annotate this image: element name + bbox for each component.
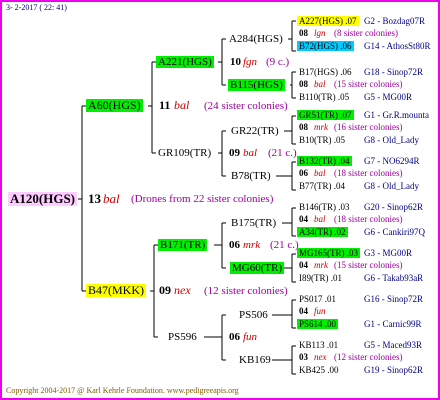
- l4-top-origin-6: G16 - Sinop72R: [364, 294, 424, 304]
- l2-num-b171: 06: [229, 239, 240, 251]
- l2-note-b171: (21 c.): [270, 239, 299, 251]
- l2-num-a221: 10: [230, 56, 241, 68]
- l4-mid-num-3: 06: [299, 168, 308, 178]
- l4-bottom-origin-1: G5 - MG00R: [364, 92, 413, 102]
- l4-mid-num-4: 04: [299, 214, 308, 224]
- l4-mid-note-7: (12 sister colonies): [334, 352, 403, 362]
- l4-bottom-colony-5[interactable]: I89(TR) .01: [297, 273, 344, 283]
- l4-mid-race-3: bal: [314, 168, 326, 178]
- l4-mid-race-0: lgn: [314, 28, 326, 38]
- l4-mid-note-0: (8 sister colonies): [334, 28, 398, 38]
- l4-mid-note-2: (16 sister colonies): [334, 122, 403, 132]
- l4-bottom-origin-0: G14 - AthosSt80R: [364, 41, 431, 51]
- l4-top-origin-2: G1 - Gr.R.mounta: [364, 110, 429, 120]
- l3-colony-b78[interactable]: B78(TR): [231, 170, 271, 182]
- l3-colony-b175[interactable]: B175(TR): [231, 217, 276, 229]
- l4-bottom-origin-7: G19 - Sinop62R: [364, 365, 424, 375]
- l4-mid-num-5: 04: [299, 260, 308, 270]
- l4-bottom-colony-0[interactable]: B72(HGS) .06: [297, 41, 354, 51]
- l2-colony-ps596[interactable]: PS596: [168, 331, 197, 343]
- root-note: (Drones from 22 sister colonies): [131, 193, 274, 205]
- l4-top-origin-0: G2 - Bozdag07R: [364, 16, 425, 26]
- l2-num-gr109: 09: [229, 147, 240, 159]
- l4-top-origin-1: G18 - Sinop72R: [364, 67, 424, 77]
- l4-mid-num-6: 04: [299, 306, 308, 316]
- l4-top-colony-3[interactable]: B132(TR) .04: [297, 156, 352, 166]
- l4-mid-race-2: mrk: [314, 122, 328, 132]
- l4-mid-num-2: 08: [299, 122, 308, 132]
- l1-colony-a60[interactable]: A60(HGS): [86, 99, 143, 112]
- l4-mid-num-0: 08: [299, 28, 308, 38]
- l2-num-ps596: 06: [229, 331, 240, 343]
- l4-mid-race-5: mrk: [314, 260, 328, 270]
- l3-colony-a284[interactable]: A284(HGS): [229, 33, 283, 45]
- l2-race-a221: fgn: [243, 56, 258, 68]
- l4-bottom-origin-4: G6 - Cankiri97Q: [364, 227, 425, 237]
- l4-bottom-origin-2: G8 - Old_Lady: [364, 135, 419, 145]
- l1-race-b47: nex: [174, 283, 191, 297]
- root-num: 13: [88, 191, 101, 206]
- l4-bottom-colony-7[interactable]: KB425 .00: [297, 365, 341, 375]
- l4-top-colony-1[interactable]: B17(HGS) .06: [297, 67, 354, 77]
- l4-mid-note-5: (15 sister colonies): [334, 260, 403, 270]
- root-colony[interactable]: A120(HGS): [8, 192, 77, 206]
- l1-colony-b47[interactable]: B47(MKK): [86, 284, 146, 297]
- l3-colony-mg60[interactable]: MG60(TR): [230, 262, 285, 274]
- l1-note-a60: (24 sister colonies): [204, 100, 288, 112]
- l2-race-gr109: bal: [243, 147, 258, 159]
- root-race: bal: [103, 191, 120, 206]
- l4-mid-race-4: bal: [314, 214, 326, 224]
- l4-top-origin-5: G3 - MG00R: [364, 248, 413, 258]
- l4-top-origin-4: G20 - Sinop62R: [364, 202, 424, 212]
- l4-mid-note-1: (15 sister colonies): [334, 79, 403, 89]
- header-date: 3- 2-2017 ( 22: 41): [6, 3, 67, 12]
- l1-num-a60: 11: [159, 98, 171, 112]
- l4-bottom-origin-6: G1 - Carnic99R: [364, 319, 422, 329]
- l1-race-a60: bal: [174, 98, 190, 112]
- l1-note-b47: (12 sister colonies): [204, 285, 288, 297]
- l4-bottom-colony-6[interactable]: PS614 .00: [297, 319, 339, 329]
- l4-top-colony-7[interactable]: KB113 .01: [297, 340, 340, 350]
- l3-colony-ps506[interactable]: PS506: [239, 309, 268, 321]
- l3-colony-kb169[interactable]: KB169: [239, 354, 271, 366]
- l4-mid-num-1: 08: [299, 79, 308, 89]
- l2-race-b171: mrk: [243, 239, 261, 251]
- l4-top-colony-2[interactable]: GR51(TR) .07: [297, 110, 354, 120]
- l4-top-colony-6[interactable]: PS017 .01: [297, 294, 338, 304]
- l4-top-origin-7: G5 - Maced93R: [364, 340, 422, 350]
- l2-colony-gr109[interactable]: GR109(TR): [158, 147, 211, 159]
- l4-bottom-colony-1[interactable]: B110(TR) .05: [297, 92, 351, 102]
- l4-bottom-colony-4[interactable]: A34(TR) .02: [297, 227, 348, 237]
- l4-mid-num-7: 03: [299, 352, 308, 362]
- l4-bottom-origin-5: G6 - Takab93aR: [364, 273, 424, 283]
- l3-colony-gr22[interactable]: GR22(TR): [231, 125, 279, 137]
- l1-num-b47: 09: [159, 283, 171, 297]
- l4-top-colony-4[interactable]: B146(TR) .03: [297, 202, 352, 212]
- l2-note-a221: (9 c.): [266, 56, 290, 68]
- l4-mid-race-6: fun: [314, 306, 326, 316]
- l4-mid-note-4: (18 sister colonies): [334, 214, 403, 224]
- l4-bottom-colony-2[interactable]: B10(TR) .05: [297, 135, 347, 145]
- l3-colony-b115[interactable]: B115(HGS): [228, 79, 285, 91]
- l4-top-colony-5[interactable]: MG165(TR) .03: [297, 248, 360, 258]
- l2-colony-b171[interactable]: B171(TR): [158, 239, 208, 251]
- l2-colony-a221[interactable]: A221(HGS): [156, 56, 214, 68]
- l4-mid-race-7: nex: [314, 352, 327, 362]
- l2-note-gr109: (21 c.): [268, 147, 297, 159]
- l4-bottom-origin-3: G8 - Old_Lady: [364, 181, 419, 191]
- l4-mid-note-3: (18 sister colonies): [334, 168, 403, 178]
- l4-bottom-colony-3[interactable]: B77(TR) .04: [297, 181, 347, 191]
- footer-copyright: Copyright 2004-2017 @ Karl Kehrle Founda…: [6, 386, 239, 395]
- l2-race-ps596: fun: [243, 331, 258, 343]
- l4-mid-race-1: bal: [314, 79, 326, 89]
- l4-top-origin-3: G7 - NO6294R: [364, 156, 420, 166]
- l4-top-colony-0[interactable]: A227(HGS) .07: [297, 16, 359, 26]
